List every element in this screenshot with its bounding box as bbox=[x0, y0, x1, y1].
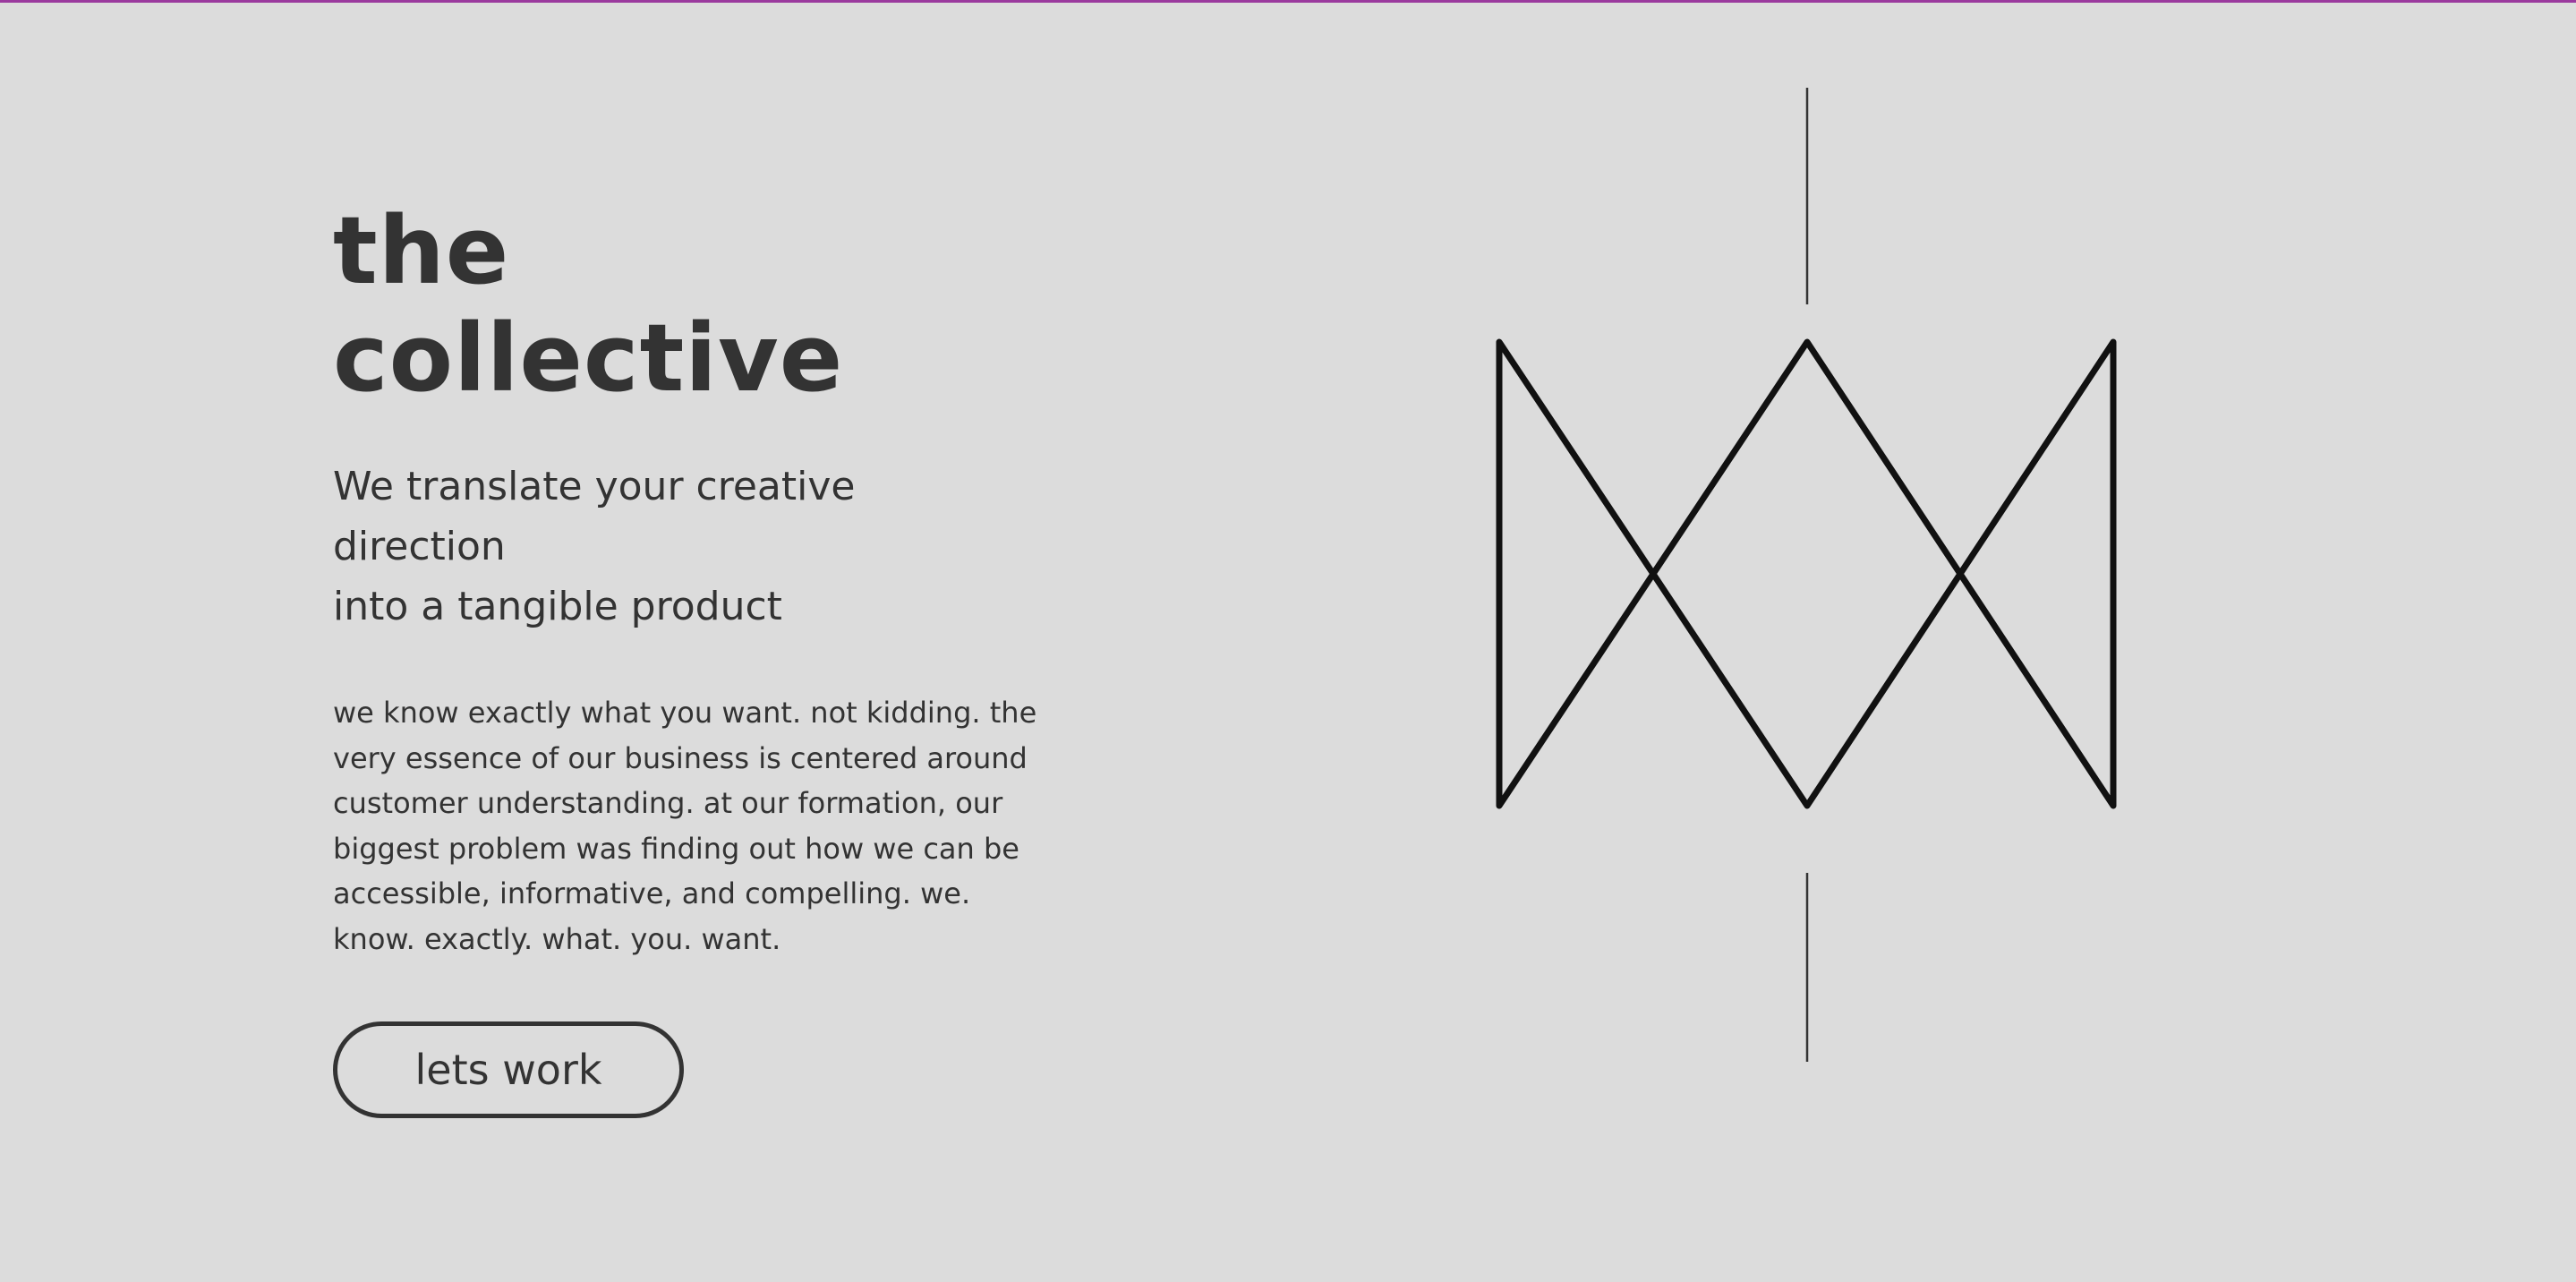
intro-line: we know exactly what you want. not kiddi… bbox=[333, 696, 1037, 730]
intro-line: very essence of our business is centered… bbox=[333, 740, 1028, 775]
tagline: We translate your creative direction int… bbox=[333, 457, 1031, 637]
tagline-line-2: into a tangible product bbox=[333, 584, 782, 629]
top-accent-bar bbox=[0, 0, 2576, 3]
intro-line: biggest problem was finding out how we c… bbox=[333, 831, 1019, 866]
hero-section: the collective We translate your creativ… bbox=[333, 197, 1037, 1118]
lets-work-button[interactable]: lets work bbox=[333, 1021, 684, 1118]
brand-title-line-1: the bbox=[333, 196, 510, 305]
intro-line: know. exactly. what. you. want. bbox=[333, 921, 781, 956]
intro-line: customer understanding. at our formation… bbox=[333, 786, 1003, 820]
logo-crossed-triangles bbox=[1496, 338, 2117, 809]
brand-title-line-2: collective bbox=[333, 303, 844, 413]
collective-logo-icon bbox=[1496, 88, 2117, 1062]
intro-line: accessible, informative, and compelling.… bbox=[333, 876, 971, 910]
brand-title: the collective bbox=[333, 197, 1031, 412]
intro-paragraph: we know exactly what you want. not kiddi… bbox=[333, 690, 1037, 962]
tagline-line-1: We translate your creative direction bbox=[333, 464, 856, 569]
